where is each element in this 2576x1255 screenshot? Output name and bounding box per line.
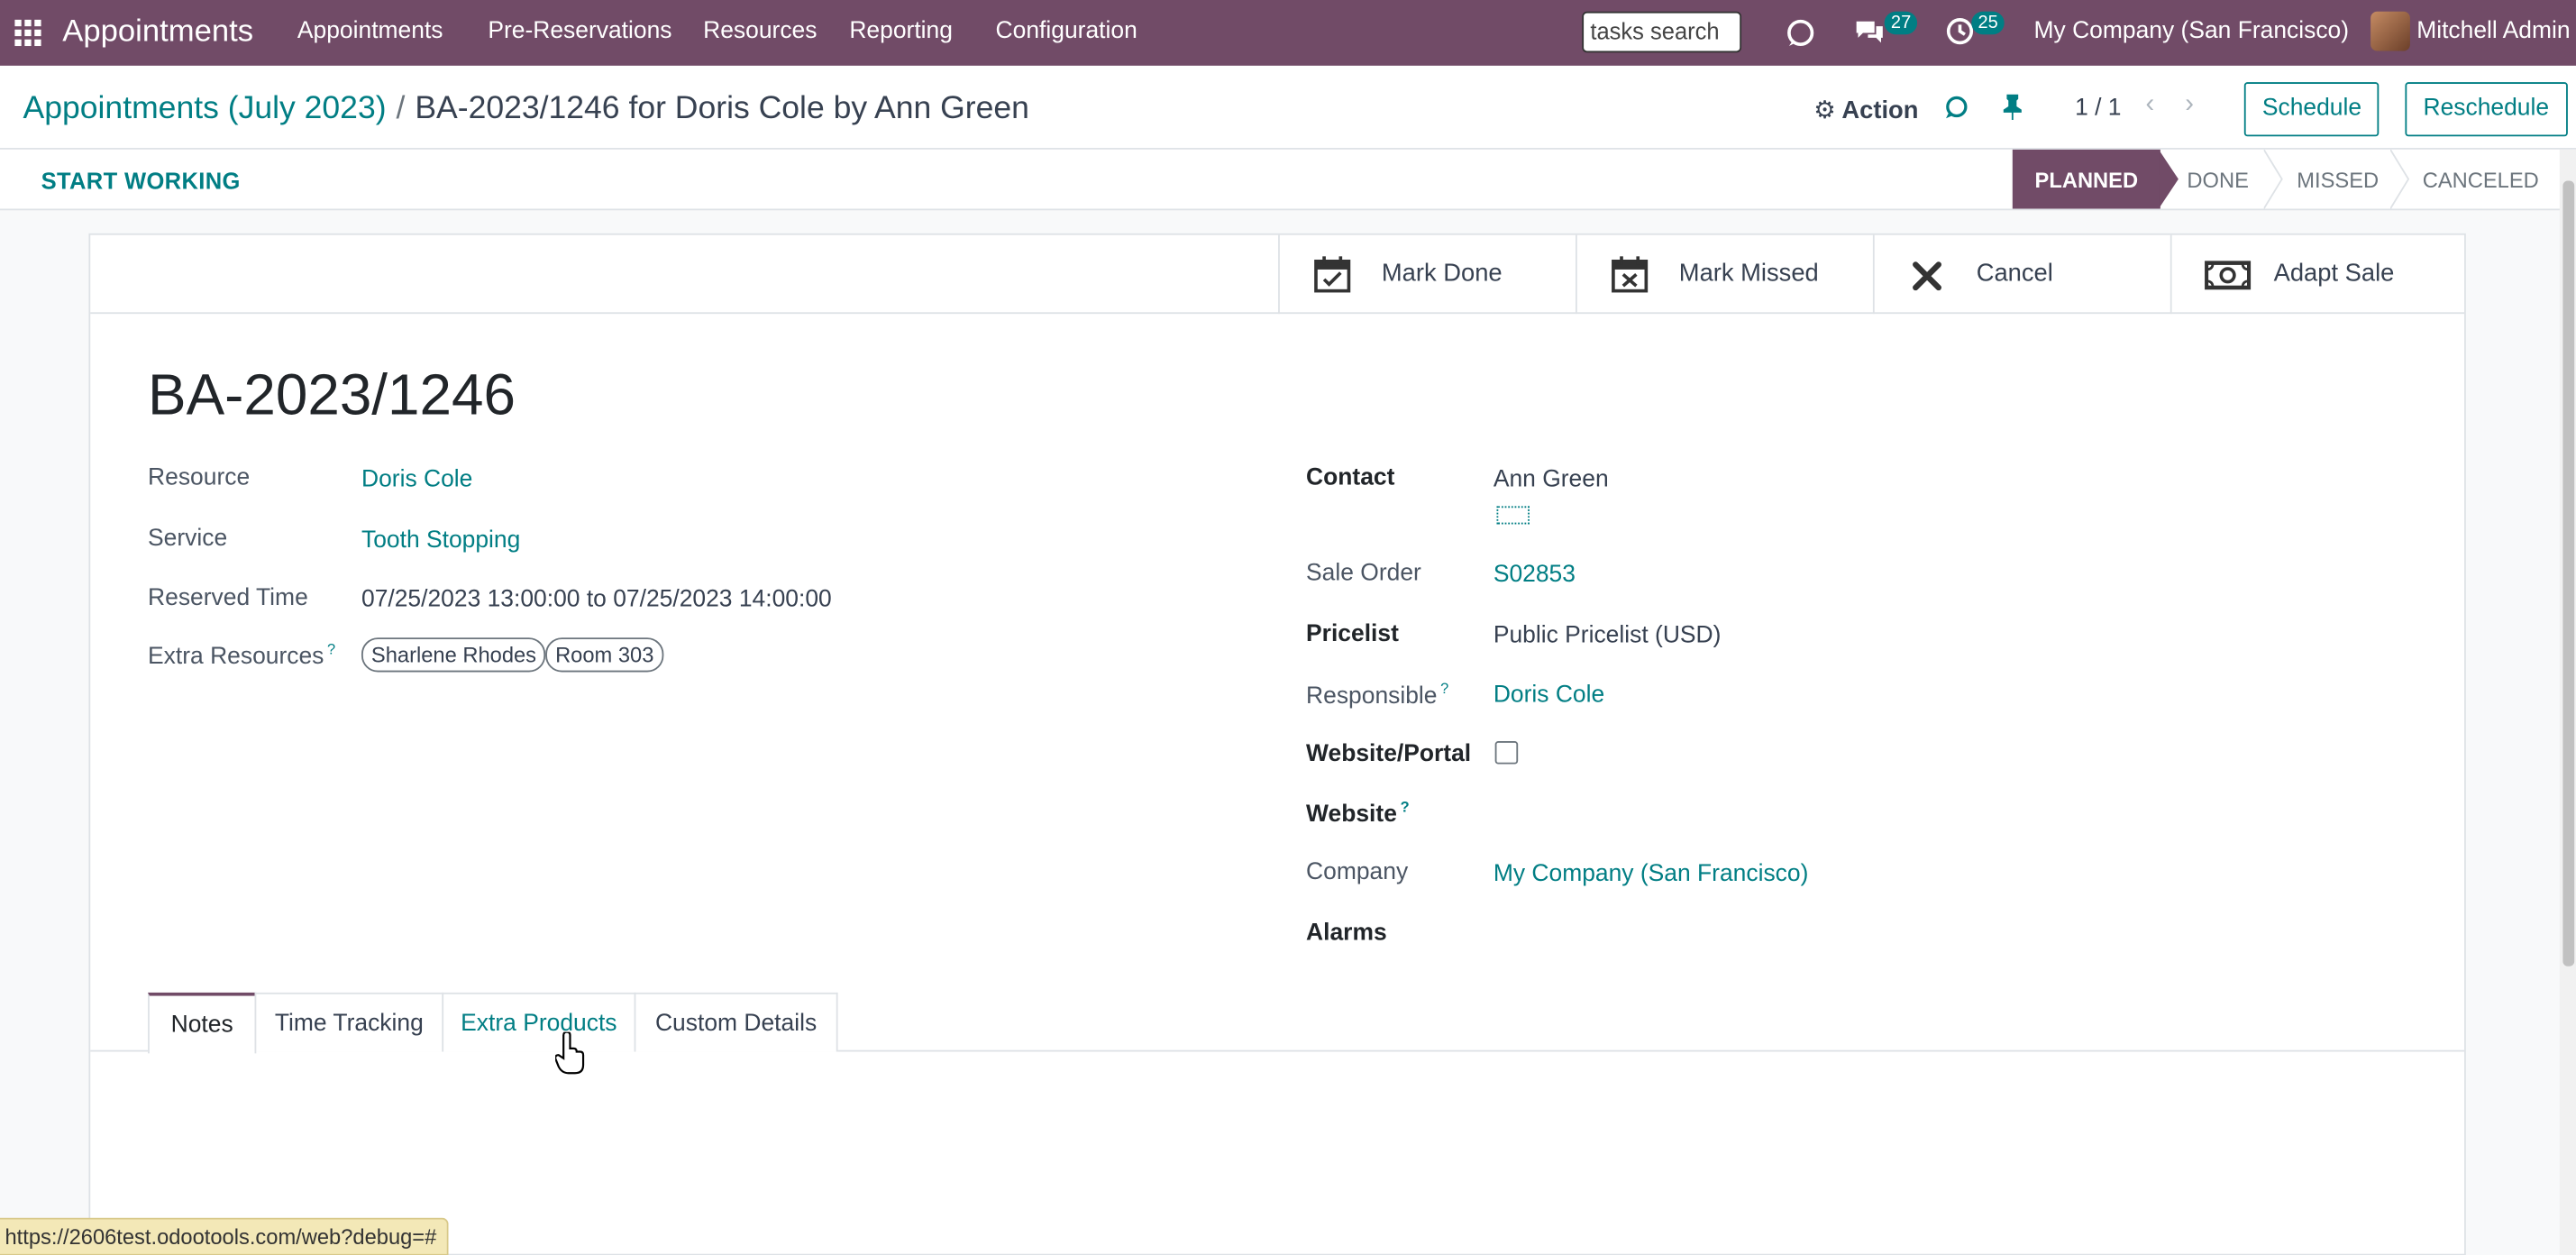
menu-pre-reservations[interactable]: Pre-Reservations bbox=[488, 18, 671, 44]
discuss-refresh-icon[interactable] bbox=[1784, 16, 1816, 58]
messages-badge: 27 bbox=[1884, 11, 1918, 35]
pin-icon[interactable] bbox=[2001, 94, 2024, 126]
gear-icon: ⚙ bbox=[1813, 96, 1836, 125]
stage-arrow-divider bbox=[2390, 149, 2410, 209]
mark-missed-label: Mark Missed bbox=[1678, 259, 1819, 288]
reserved-time-value[interactable]: 07/25/2023 13:00:00 to 07/25/2023 14:00:… bbox=[361, 587, 832, 613]
form-sheet: Mark Done Mark Missed Cancel Adapt Sale bbox=[88, 233, 2466, 1255]
menu-appointments[interactable]: Appointments bbox=[297, 18, 443, 44]
stage-arrow-divider bbox=[2263, 149, 2283, 209]
activities-badge: 25 bbox=[1971, 11, 2005, 35]
breadcrumb-parent-link[interactable]: Appointments (July 2023) bbox=[23, 90, 387, 126]
pager-prev-icon[interactable]: ‹ bbox=[2145, 90, 2154, 120]
company-switcher[interactable]: My Company (San Francisco) bbox=[2034, 18, 2350, 44]
app-brand[interactable]: Appointments bbox=[62, 14, 253, 50]
notebook-tabs: Notes Time Tracking Extra Products Custo… bbox=[90, 992, 2465, 1054]
cancel-button[interactable]: Cancel bbox=[1872, 234, 2170, 315]
website-portal-label: Website/Portal bbox=[1306, 741, 1472, 768]
pricelist-value[interactable]: Public Pricelist (USD) bbox=[1494, 623, 1722, 649]
sale-order-value[interactable]: S02853 bbox=[1494, 562, 1576, 588]
help-icon[interactable]: ? bbox=[1401, 799, 1410, 815]
top-navbar: Appointments Appointments Pre-Reservatio… bbox=[0, 0, 2576, 66]
pager-value[interactable]: 1 / 1 bbox=[2075, 96, 2121, 122]
menu-configuration[interactable]: Configuration bbox=[996, 18, 1137, 44]
control-panel: Appointments (July 2023) / BA-2023/1246 fo… bbox=[0, 65, 2576, 150]
tab-extra-products[interactable]: Extra Products bbox=[442, 992, 636, 1052]
website-label: Website? bbox=[1306, 799, 1410, 828]
action-menu-button[interactable]: ⚙ Action bbox=[1813, 96, 1918, 125]
stage-done[interactable]: DONE bbox=[2175, 150, 2261, 209]
user-avatar[interactable] bbox=[2370, 11, 2410, 51]
alarms-label: Alarms bbox=[1306, 920, 1387, 947]
breadcrumb-separator: / bbox=[396, 90, 406, 127]
stage-canceled[interactable]: CANCELED bbox=[2418, 150, 2544, 209]
extra-resource-tag[interactable]: Sharlene Rhodes bbox=[361, 637, 546, 673]
reschedule-button[interactable]: Reschedule bbox=[2405, 82, 2568, 137]
tab-notes[interactable]: Notes bbox=[148, 992, 257, 1054]
service-value[interactable]: Tooth Stopping bbox=[361, 527, 520, 554]
responsible-label-text: Responsible bbox=[1306, 682, 1438, 710]
schedule-button[interactable]: Schedule bbox=[2243, 82, 2380, 137]
service-label: Service bbox=[148, 526, 228, 553]
pricelist-label: Pricelist bbox=[1306, 620, 1399, 648]
reserved-time-label: Reserved Time bbox=[148, 584, 308, 612]
record-title: BA-2023/1246 bbox=[148, 362, 516, 427]
website-label-text: Website bbox=[1306, 802, 1397, 829]
tasks-search-input[interactable]: tasks search bbox=[1582, 11, 1742, 53]
calendar-times-icon bbox=[1612, 256, 1649, 293]
extra-resources-label-text: Extra Resources bbox=[148, 644, 324, 671]
button-box: Mark Done Mark Missed Cancel Adapt Sale bbox=[90, 234, 2465, 315]
mark-done-label: Mark Done bbox=[1381, 259, 1503, 288]
status-bar: START WORKING PLANNED DONE MISSED CANCEL… bbox=[0, 149, 2576, 211]
website-portal-checkbox[interactable] bbox=[1494, 741, 1519, 765]
extra-resources-label: Extra Resources? bbox=[148, 641, 335, 670]
messages-icon[interactable] bbox=[1853, 16, 1886, 54]
pager-next-icon[interactable]: › bbox=[2185, 90, 2194, 120]
hand-cursor-icon bbox=[555, 1031, 585, 1075]
status-url-tooltip: https://2606test.odootools.com/web?debug… bbox=[0, 1217, 449, 1255]
responsible-label: Responsible? bbox=[1306, 681, 1448, 710]
breadcrumb: Appointments (July 2023) / BA-2023/1246 fo… bbox=[23, 90, 1029, 128]
stage-missed[interactable]: MISSED bbox=[2288, 150, 2387, 209]
contact-label: Contact bbox=[1306, 464, 1395, 491]
responsible-value[interactable]: Doris Cole bbox=[1494, 682, 1604, 708]
help-icon[interactable]: ? bbox=[1440, 681, 1448, 697]
mark-missed-button[interactable]: Mark Missed bbox=[1575, 234, 1873, 315]
money-icon bbox=[2205, 261, 2252, 290]
adapt-sale-label: Adapt Sale bbox=[2273, 259, 2395, 288]
contact-focus-box[interactable] bbox=[1496, 506, 1530, 525]
tab-custom-details[interactable]: Custom Details bbox=[634, 992, 838, 1052]
user-menu[interactable]: Mitchell Admin bbox=[2416, 18, 2570, 44]
breadcrumb-current: BA-2023/1246 for Doris Cole by Ann Green bbox=[415, 90, 1029, 127]
company-label: Company bbox=[1306, 859, 1409, 886]
apps-menu-icon[interactable] bbox=[14, 19, 41, 47]
close-icon bbox=[1913, 261, 1941, 291]
resource-value[interactable]: Doris Cole bbox=[361, 467, 472, 493]
activities-clock-icon[interactable] bbox=[1945, 16, 1975, 54]
sale-order-label: Sale Order bbox=[1306, 560, 1421, 587]
app-root: Appointments Appointments Pre-Reservatio… bbox=[0, 0, 2576, 1255]
adapt-sale-button[interactable]: Adapt Sale bbox=[2170, 234, 2468, 315]
discard-refresh-icon[interactable] bbox=[1943, 94, 1969, 126]
resource-label: Resource bbox=[148, 464, 251, 491]
start-working-button[interactable]: START WORKING bbox=[41, 168, 241, 194]
calendar-check-icon bbox=[1314, 256, 1351, 293]
menu-resources[interactable]: Resources bbox=[703, 18, 817, 44]
tab-time-tracking[interactable]: Time Tracking bbox=[254, 992, 444, 1052]
contact-value[interactable]: Ann Green bbox=[1494, 467, 1609, 493]
stage-planned[interactable]: PLANNED bbox=[2012, 149, 2160, 209]
action-label: Action bbox=[1841, 96, 1919, 125]
extra-resource-tag[interactable]: Room 303 bbox=[545, 637, 664, 673]
scrollbar-thumb[interactable] bbox=[2562, 180, 2575, 966]
company-value[interactable]: My Company (San Francisco) bbox=[1494, 861, 1809, 887]
mark-done-button[interactable]: Mark Done bbox=[1278, 234, 1576, 315]
menu-reporting[interactable]: Reporting bbox=[849, 18, 953, 44]
cancel-label: Cancel bbox=[1976, 259, 2053, 288]
help-icon[interactable]: ? bbox=[327, 641, 335, 657]
